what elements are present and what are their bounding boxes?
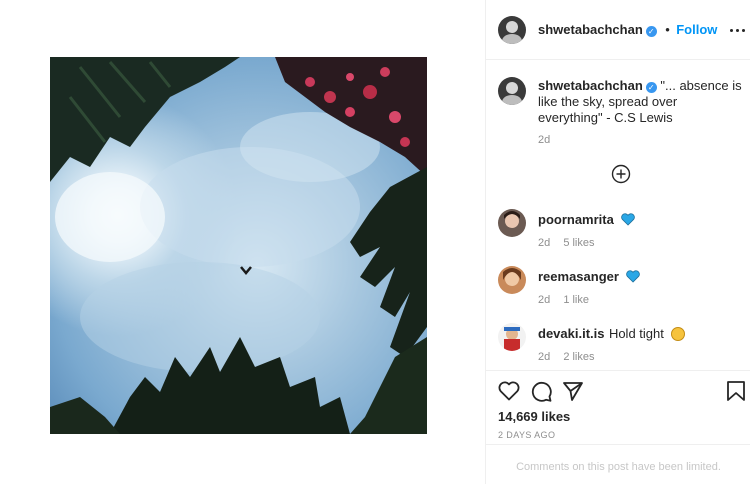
separator-dot: • bbox=[665, 22, 670, 37]
paper-plane-icon[interactable] bbox=[562, 380, 584, 402]
author-username[interactable]: shwetabachchan bbox=[538, 22, 643, 37]
like-count[interactable]: 14,669 likes bbox=[498, 409, 570, 424]
verified-badge-icon: ✓ bbox=[645, 82, 657, 93]
caption-age[interactable]: 2d bbox=[538, 134, 550, 146]
comment-avatar[interactable] bbox=[498, 323, 526, 351]
post-caption: shwetabachchan ✓ "... absence is like the… bbox=[538, 78, 743, 126]
post-sidebar: shwetabachchan ✓ • Follow shwetabachchan ✓… bbox=[485, 0, 750, 484]
comment-avatar[interactable] bbox=[498, 266, 526, 294]
comment-bubble-icon[interactable] bbox=[530, 380, 552, 402]
more-options-icon[interactable] bbox=[730, 22, 746, 38]
post-photo[interactable] bbox=[50, 57, 427, 434]
post-actions: 14,669 likes 2 DAYS AGO bbox=[486, 370, 750, 444]
comment-row: poornamrita bbox=[538, 211, 636, 229]
comment-row: reemasanger bbox=[538, 268, 641, 286]
caption-avatar[interactable] bbox=[498, 77, 526, 105]
blue-heart-icon bbox=[626, 270, 641, 283]
verified-badge-icon: ✓ bbox=[645, 26, 657, 37]
hugging-face-icon bbox=[671, 327, 686, 341]
caption-username[interactable]: shwetabachchan bbox=[538, 78, 643, 93]
author-avatar[interactable] bbox=[498, 16, 526, 44]
comment-meta: 2d 2 likes bbox=[538, 351, 595, 363]
comment-likes[interactable]: 1 like bbox=[563, 294, 589, 306]
comment-username[interactable]: reemasanger bbox=[538, 269, 619, 284]
comment-username[interactable]: devaki.it.is bbox=[538, 326, 604, 341]
comment-row: devaki.it.is Hold tight bbox=[538, 325, 686, 343]
comment-age[interactable]: 2d bbox=[538, 351, 550, 363]
heart-outline-icon[interactable] bbox=[498, 381, 520, 401]
comments-limited-notice: Comments on this post have been limited. bbox=[486, 444, 750, 484]
follow-button[interactable]: Follow bbox=[676, 22, 717, 37]
sky-foliage-image bbox=[50, 57, 427, 434]
comment-age[interactable]: 2d bbox=[538, 294, 550, 306]
comment-meta: 2d 1 like bbox=[538, 294, 589, 306]
media-panel bbox=[0, 0, 485, 484]
post-date[interactable]: 2 DAYS AGO bbox=[498, 430, 555, 440]
comment-age[interactable]: 2d bbox=[538, 237, 550, 249]
comment-avatar[interactable] bbox=[498, 209, 526, 237]
author-line: shwetabachchan ✓ • Follow bbox=[538, 21, 717, 39]
plus-circle-icon[interactable] bbox=[611, 164, 631, 184]
comment-text: Hold tight bbox=[608, 326, 664, 341]
blue-heart-icon bbox=[621, 213, 636, 226]
bookmark-icon[interactable] bbox=[726, 380, 746, 402]
post-header: shwetabachchan ✓ • Follow bbox=[486, 0, 750, 60]
comment-likes[interactable]: 2 likes bbox=[563, 351, 594, 363]
comment-meta: 2d 5 likes bbox=[538, 237, 595, 249]
comment-username[interactable]: poornamrita bbox=[538, 212, 614, 227]
comment-likes[interactable]: 5 likes bbox=[563, 237, 594, 249]
